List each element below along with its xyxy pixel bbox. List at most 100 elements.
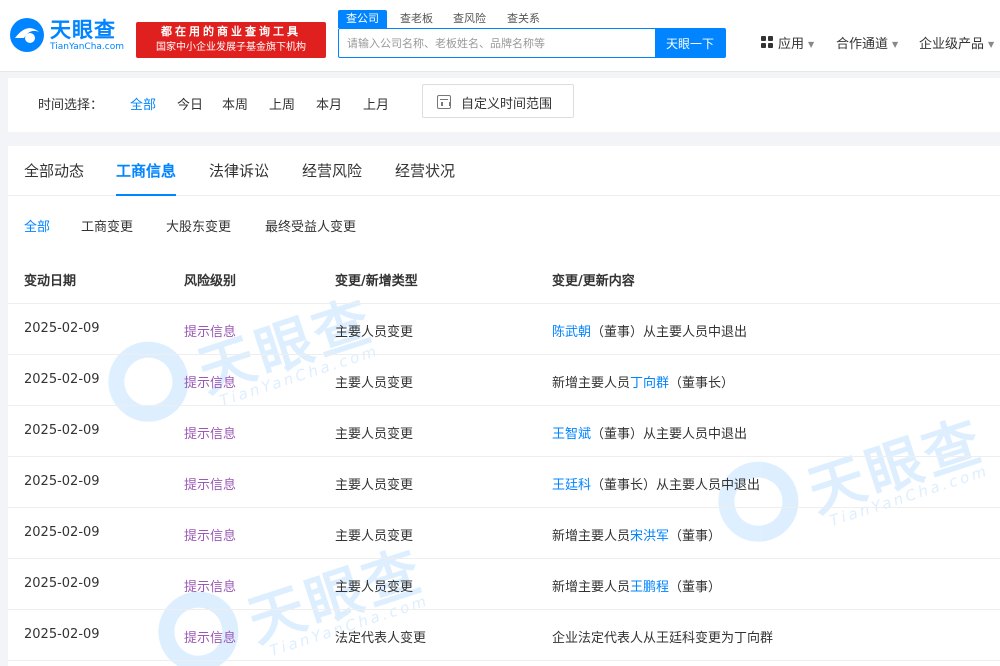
- main-tabs: 全部动态 工商信息 法律诉讼 经营风险 经营状况: [8, 146, 1000, 196]
- row-risk-level[interactable]: 提示信息: [184, 576, 236, 595]
- time-option-this-month[interactable]: 本月: [316, 94, 342, 113]
- nav-enterprise-label: 企业级产品: [919, 37, 985, 52]
- row-date: 2025-02-09: [24, 525, 100, 540]
- content-suffix: （董事）从主要人员中退出: [591, 427, 748, 442]
- nav-cooperation[interactable]: 合作通道 ▼: [836, 33, 898, 52]
- top-header: 天眼查 TianYanCha.com 都在用的商业查询工具 国家中小企业发展子基…: [0, 0, 1000, 72]
- row-change-content: 新增主要人员丁向群（董事长）: [552, 372, 734, 391]
- custom-time-range-label: 自定义时间范围: [461, 97, 553, 112]
- person-link[interactable]: 王廷科: [552, 478, 591, 493]
- time-option-all[interactable]: 全部: [130, 94, 156, 113]
- content-suffix: （董事长）从主要人员中退出: [591, 478, 761, 493]
- table-row: 2025-02-09 提示信息 主要人员变更 陈武朝（董事）从主要人员中退出: [8, 304, 1000, 355]
- time-filter-label: 时间选择：: [38, 98, 104, 113]
- row-date: 2025-02-09: [24, 576, 100, 591]
- logo-subtext: TianYanCha.com: [50, 42, 125, 52]
- row-risk-level[interactable]: 提示信息: [184, 423, 236, 442]
- table-header: 变动日期 风险级别 变更/新增类型 变更/更新内容: [8, 252, 1000, 304]
- search-tab-boss[interactable]: 查老板: [400, 10, 433, 28]
- row-date: 2025-02-09: [24, 372, 100, 387]
- table-row: 2025-02-09 提示信息 主要人员变更 新增主要人员宋洪军（董事）: [8, 508, 1000, 559]
- tianyancha-logo[interactable]: 天眼查 TianYanCha.com: [8, 14, 130, 58]
- table-row: 2025-02-09 提示信息 主要人员变更 新增主要人员王鹏程（董事）: [8, 559, 1000, 610]
- column-header-risk: 风险级别: [184, 274, 237, 289]
- row-change-type: 主要人员变更: [335, 478, 414, 493]
- row-change-type: 主要人员变更: [335, 529, 414, 544]
- slogan-line-2: 国家中小企业发展子基金旗下机构: [156, 42, 306, 53]
- chevron-down-icon: ▼: [988, 40, 995, 49]
- main-panel: 天眼查 TianYanCha.com 天眼查 TianYanCha.com 天眼…: [8, 146, 1000, 666]
- nav-enterprise[interactable]: 企业级产品 ▼: [919, 33, 994, 52]
- row-change-type: 主要人员变更: [335, 325, 414, 340]
- slogan-banner: 都在用的商业查询工具 国家中小企业发展子基金旗下机构: [136, 22, 326, 58]
- tab-operating-risk[interactable]: 经营风险: [302, 160, 362, 196]
- person-link[interactable]: 王智斌: [552, 427, 591, 442]
- row-change-type: 主要人员变更: [335, 427, 414, 442]
- row-date: 2025-02-09: [24, 627, 100, 642]
- search-tab-relation[interactable]: 查关系: [507, 10, 540, 28]
- row-change-content: 新增主要人员王鹏程（董事）: [552, 576, 721, 595]
- row-risk-level[interactable]: 提示信息: [184, 627, 236, 646]
- subtab-beneficiary-change[interactable]: 最终受益人变更: [265, 216, 356, 235]
- subtab-business-change[interactable]: 工商变更: [81, 216, 133, 235]
- person-link[interactable]: 陈武朝: [552, 325, 591, 340]
- nav-apps[interactable]: 应用 ▼: [761, 33, 814, 52]
- nav-apps-label: 应用: [778, 37, 805, 52]
- search-tab-risk[interactable]: 查风险: [453, 10, 486, 28]
- row-risk-level[interactable]: 提示信息: [184, 525, 236, 544]
- column-header-content: 变更/更新内容: [552, 274, 635, 289]
- row-risk-level[interactable]: 提示信息: [184, 372, 236, 391]
- nav-cooperation-label: 合作通道: [836, 37, 889, 52]
- logo-text: 天眼查: [50, 18, 116, 42]
- slogan-line-1: 都在用的商业查询工具: [161, 25, 301, 38]
- subtab-major-shareholder-change[interactable]: 大股东变更: [166, 216, 231, 235]
- row-change-type: 主要人员变更: [335, 376, 414, 391]
- time-option-last-month[interactable]: 上月: [363, 94, 389, 113]
- tab-business-info[interactable]: 工商信息: [116, 160, 177, 196]
- content-prefix: 新增主要人员: [552, 580, 631, 595]
- search-button[interactable]: 天眼一下: [655, 29, 725, 57]
- content-prefix: 新增主要人员: [552, 529, 631, 544]
- table-row: 2025-02-09 提示信息 法定代表人变更 企业法定代表人从王廷科变更为丁向群: [8, 610, 1000, 661]
- row-date: 2025-02-09: [24, 423, 100, 438]
- tab-operating-status[interactable]: 经营状况: [395, 160, 455, 196]
- search-box: 天眼一下: [338, 28, 726, 58]
- column-header-type: 变更/新增类型: [335, 274, 418, 289]
- search-tab-company[interactable]: 查公司: [338, 10, 387, 28]
- table-row: 2025-02-09 提示信息 主要人员变更 王廷科（董事长）从主要人员中退出: [8, 457, 1000, 508]
- content-prefix: 企业法定代表人从王廷科变更为丁向群: [552, 631, 774, 646]
- table-row: 2025-02-09 提示信息 主要人员变更 王智斌（董事）从主要人员中退出: [8, 406, 1000, 457]
- row-change-type: 主要人员变更: [335, 580, 414, 595]
- row-change-content: 王廷科（董事长）从主要人员中退出: [552, 474, 760, 493]
- row-change-content: 陈武朝（董事）从主要人员中退出: [552, 321, 747, 340]
- content-suffix: （董事）从主要人员中退出: [591, 325, 748, 340]
- tab-legal[interactable]: 法律诉讼: [209, 160, 269, 196]
- row-risk-level[interactable]: 提示信息: [184, 321, 236, 340]
- time-option-this-week[interactable]: 本周: [222, 94, 248, 113]
- content-suffix: （董事长）: [669, 376, 735, 391]
- time-option-today[interactable]: 今日: [177, 94, 203, 113]
- content-suffix: （董事）: [669, 580, 722, 595]
- calendar-icon: [437, 95, 451, 109]
- tab-all-updates[interactable]: 全部动态: [24, 160, 84, 196]
- row-change-content: 王智斌（董事）从主要人员中退出: [552, 423, 747, 442]
- row-change-content: 企业法定代表人从王廷科变更为丁向群: [552, 627, 773, 646]
- content-prefix: 新增主要人员: [552, 376, 631, 391]
- row-change-content: 新增主要人员宋洪军（董事）: [552, 525, 721, 544]
- column-header-date: 变动日期: [24, 274, 77, 289]
- row-date: 2025-02-09: [24, 474, 100, 489]
- subtab-all[interactable]: 全部: [24, 216, 50, 235]
- chevron-down-icon: ▼: [892, 40, 899, 49]
- search-input[interactable]: [339, 29, 657, 57]
- person-link[interactable]: 宋洪军: [630, 529, 669, 544]
- person-link[interactable]: 王鹏程: [630, 580, 669, 595]
- custom-time-range-button[interactable]: 自定义时间范围: [422, 84, 574, 118]
- table-row: 2025-02-09 提示信息 主要人员变更 新增主要人员丁向群（董事长）: [8, 355, 1000, 406]
- row-date: 2025-02-09: [24, 321, 100, 336]
- row-risk-level[interactable]: 提示信息: [184, 474, 236, 493]
- chevron-down-icon: ▼: [808, 40, 815, 49]
- logo-eye-icon: [10, 18, 44, 52]
- person-link[interactable]: 丁向群: [630, 376, 669, 391]
- time-option-last-week[interactable]: 上周: [269, 94, 295, 113]
- sub-tabs: 全部 工商变更 大股东变更 最终受益人变更: [8, 196, 1000, 252]
